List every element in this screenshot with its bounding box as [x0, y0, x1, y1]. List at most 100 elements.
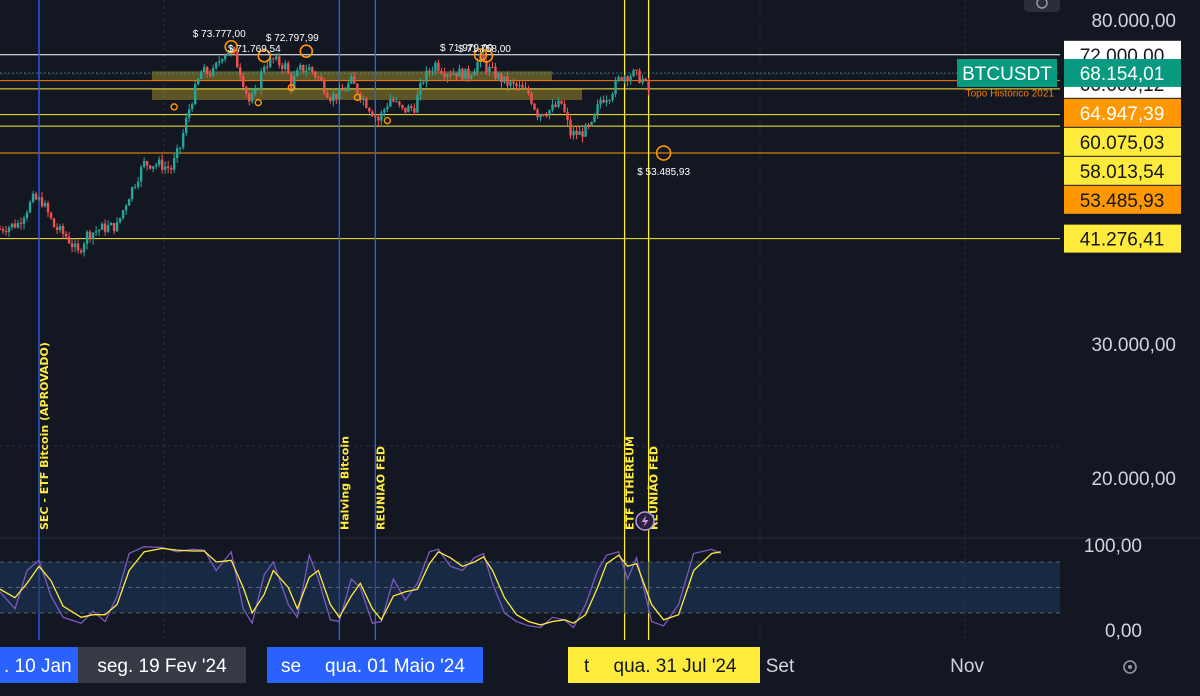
candle-body [407, 106, 410, 113]
candle-body [578, 131, 581, 135]
candle-body [263, 66, 266, 72]
candle-body [449, 74, 452, 76]
date-label: . 10 Jan [4, 656, 72, 677]
candle-body [278, 56, 281, 66]
candle-body [536, 109, 539, 118]
candle-body [254, 89, 257, 94]
candle-body [332, 93, 335, 102]
candle-body [22, 218, 26, 224]
candle-body [127, 199, 131, 206]
candle-body [257, 89, 260, 91]
candle-body [190, 104, 194, 110]
candle-body [638, 70, 641, 83]
candle-body [512, 81, 515, 84]
candle-body [467, 68, 470, 79]
candle-body [58, 226, 62, 230]
candle-body [497, 73, 500, 79]
candle-body [569, 120, 572, 136]
candle-body [356, 83, 359, 94]
oscillator-tick-label: 0,00 [1105, 621, 1142, 642]
candle-body [623, 76, 626, 81]
candle-body [73, 243, 77, 248]
price-tick-label: 30.000,00 [1091, 335, 1176, 356]
candle-body [118, 217, 122, 223]
candle-body [644, 78, 647, 81]
candle-body [377, 116, 380, 121]
price-chart[interactable]: Topo Histórico 2021 SEC - ETF Bitcoin (A… [0, 0, 1200, 696]
candle-body [353, 76, 356, 84]
candle-body [37, 197, 41, 200]
candle-body [338, 89, 341, 100]
lightning-icon[interactable] [635, 511, 655, 531]
date-label: seg. 19 Fev '24 [97, 656, 227, 677]
candle-body [629, 76, 632, 81]
candle-body [593, 113, 596, 123]
candle-body [476, 62, 479, 72]
date-label: Nov [950, 656, 984, 677]
candle-body [251, 93, 254, 102]
price-annotation: $ 73.777,00 [193, 29, 246, 40]
candle-body [395, 101, 398, 103]
candle-body [551, 104, 554, 111]
candle-body [16, 222, 20, 228]
candle-body [275, 56, 278, 60]
event-label: SEC - ETF Bitcoin (APROVADO) [38, 342, 51, 530]
candle-body [461, 68, 464, 80]
candle-body [43, 203, 47, 207]
candle-body [106, 225, 110, 232]
candle-body [422, 82, 425, 84]
candle-body [193, 84, 197, 105]
candle-body [55, 227, 59, 230]
candle-body [380, 112, 383, 121]
candle-body [506, 76, 509, 86]
price-tag-label: 64.947,39 [1080, 104, 1165, 125]
candle-body [287, 63, 290, 74]
candle-body [596, 104, 599, 114]
candle-body [139, 166, 143, 182]
candle-body [602, 99, 605, 103]
oscillator-tick-label: 100,00 [1084, 536, 1142, 557]
candle-body [335, 93, 338, 100]
chart-menu-button[interactable] [1024, 0, 1060, 12]
candle-body [94, 231, 98, 233]
candle-body [320, 77, 323, 81]
candle-body [40, 197, 44, 207]
candle-body [533, 103, 536, 110]
candle-body [608, 100, 611, 102]
last-price-label: 68.154,01 [1080, 64, 1165, 85]
candle-body [208, 73, 212, 76]
candle-body [109, 223, 113, 226]
resistance-note: Topo Histórico 2021 [966, 89, 1055, 100]
candle-body [587, 124, 590, 126]
candle-body [617, 77, 620, 81]
candle-body [85, 231, 89, 244]
candle-body [344, 90, 347, 92]
candle-body [79, 250, 83, 253]
candle-body [154, 164, 158, 167]
candle-body [641, 78, 644, 83]
candle-body [404, 107, 407, 113]
candle-body [184, 117, 188, 133]
candle-body [266, 66, 269, 68]
candle-body [374, 116, 377, 118]
support-zone [152, 88, 582, 100]
candle-body [503, 76, 506, 83]
candle-body [284, 63, 287, 69]
candle-body [19, 222, 23, 224]
candle-body [401, 104, 404, 108]
candle-body [31, 193, 35, 202]
candle-body [365, 98, 368, 108]
date-label: qua. 31 Jul '24 [614, 656, 737, 677]
date-label: Set [766, 656, 795, 677]
candle-body [163, 166, 167, 170]
candle-body [413, 107, 416, 113]
candle-body [178, 147, 182, 149]
candle-body [632, 69, 635, 77]
candle-body [260, 71, 263, 90]
candle-body [205, 67, 209, 74]
candle-body [341, 89, 344, 91]
candle-body [88, 231, 92, 239]
candle-body [647, 80, 650, 91]
candle-body [539, 114, 542, 118]
price-tag-label: 60.075,03 [1080, 133, 1165, 154]
